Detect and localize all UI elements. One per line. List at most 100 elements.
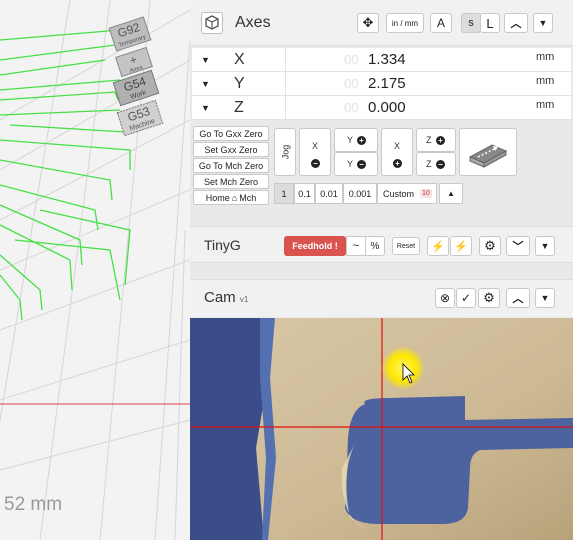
step-0.1-button[interactable]: 0.1 — [294, 183, 315, 204]
step-0.001-button[interactable]: 0.001 — [343, 183, 377, 204]
home-mch-button[interactable]: Home ⌂ Mch — [193, 190, 269, 205]
step-custom-button[interactable]: Custom 10 — [377, 183, 437, 204]
jog-diagonal-icon — [468, 144, 508, 168]
bolt-off-icon[interactable]: ⚡ — [450, 236, 472, 256]
jog-y-plus-button[interactable]: Y + — [334, 128, 378, 152]
plus-circle-icon: + — [393, 159, 402, 168]
cam-title: Cam v1 — [204, 289, 248, 306]
plus-circle-icon: + — [436, 136, 445, 145]
tinyg-title: TinyG — [204, 237, 241, 253]
bolt-icon[interactable]: ⚡ — [427, 236, 449, 256]
step-1-button[interactable]: 1 — [274, 183, 294, 204]
feedhold-button[interactable]: Feedhold ! — [284, 236, 346, 256]
size-large-button[interactable]: L — [480, 13, 500, 33]
right-panel: Axes ✥ in / mm A s L ︿ ▼ ▼ X 00 1.334 mm… — [190, 0, 573, 540]
3d-viewport[interactable]: G92 Temporary + Axes G54 Work G53 Machin… — [0, 0, 190, 540]
axis-unit: mm — [536, 99, 555, 111]
move-icon[interactable]: ✥ — [357, 13, 379, 33]
toolpath-segment — [0, 44, 116, 61]
home-label: Home — [205, 192, 230, 203]
toolpath-segment — [0, 224, 73, 291]
tinyg-header: TinyG Feedhold ! ~ % Reset ⚡ ⚡ ⚙ ﹀ ▼ — [190, 226, 573, 263]
goto-gxx-zero-button[interactable]: Go To Gxx Zero — [193, 126, 269, 141]
jog-z-label: Z — [426, 135, 432, 145]
custom-value-badge: 10 — [420, 189, 432, 198]
minus-circle-icon: − — [436, 160, 445, 169]
toolpath-segment — [0, 139, 131, 170]
axis-row-y: ▼ Y 00 2.175 mm — [192, 72, 571, 96]
jog-x-minus-button[interactable]: X − — [299, 128, 331, 176]
minus-circle-icon: − — [311, 159, 320, 168]
jog-y-label: Y — [347, 159, 354, 169]
axis-ghost-digits: 00 — [344, 76, 359, 91]
cam-title-text: Cam — [204, 289, 236, 306]
axis-x-value: 1.334 — [368, 51, 406, 68]
axis-row-x: ▼ X 00 1.334 mm — [192, 48, 571, 72]
jog-x-plus-button[interactable]: X + — [381, 128, 413, 176]
chevron-down-icon[interactable]: ﹀ — [506, 236, 530, 256]
jog-z-minus-button[interactable]: Z − — [416, 152, 456, 176]
toolpath-segment — [0, 109, 121, 116]
y-dropdown-icon[interactable]: ▼ — [201, 79, 210, 89]
g53-label: G53 Machine — [116, 99, 164, 137]
toolpath-segment — [0, 59, 106, 76]
size-small-button[interactable]: s — [461, 13, 481, 33]
jog-z-label: Z — [426, 159, 432, 169]
cam-version: v1 — [239, 295, 249, 304]
axes-header: Axes ✥ in / mm A s L ︿ ▼ — [190, 0, 573, 46]
mch-label: Mch — [239, 192, 257, 203]
set-mch-zero-button[interactable]: Set Mch Zero — [193, 174, 269, 189]
axis-letter: Y — [234, 75, 245, 92]
cam-gear-icon[interactable]: ⚙ — [478, 288, 500, 308]
close-circle-icon[interactable]: ⊗ — [435, 288, 455, 308]
toolpath-segment — [0, 91, 119, 101]
resume-button[interactable]: ~ — [346, 236, 366, 256]
axis-z-value: 0.000 — [368, 99, 406, 116]
g92-label: G92 Temporary — [108, 16, 152, 52]
jog-x-label: X — [312, 141, 319, 151]
axis-unit: mm — [536, 75, 555, 87]
goto-mch-zero-button[interactable]: Go To Mch Zero — [193, 158, 269, 173]
axis-letter: X — [234, 51, 245, 68]
toolpath-segment — [0, 29, 121, 41]
toolpath-canvas: G92 Temporary + Axes G54 Work G53 Machin… — [0, 0, 190, 540]
axis-unit: mm — [536, 51, 555, 63]
x-dropdown-icon[interactable]: ▼ — [201, 55, 210, 65]
axis-letter: Z — [234, 99, 244, 116]
axes-cube-icon — [201, 12, 223, 34]
camera-feed[interactable] — [190, 318, 573, 540]
gear-icon[interactable]: ⚙ — [479, 236, 501, 256]
cam-menu-caret-icon[interactable]: ▼ — [535, 288, 555, 308]
axes-menu-caret-icon[interactable]: ▼ — [533, 13, 553, 33]
tinyg-menu-caret-icon[interactable]: ▼ — [535, 236, 555, 256]
collapse-up-icon[interactable]: ︿ — [504, 13, 528, 33]
plus-circle-icon: + — [357, 136, 366, 145]
viewport-unit-readout: 52 mm — [4, 494, 63, 515]
reset-button[interactable]: Reset — [392, 237, 420, 255]
toolpath-segment — [0, 184, 99, 231]
font-size-icon[interactable]: A — [430, 13, 452, 33]
jog-y-minus-button[interactable]: Y − — [334, 152, 378, 176]
axes-title: Axes — [235, 14, 271, 31]
set-gxx-zero-button[interactable]: Set Gxx Zero — [193, 142, 269, 157]
check-circle-icon[interactable]: ✓ — [456, 288, 476, 308]
cam-header: Cam v1 ⊗ ✓ ⚙ ︿ ▼ — [190, 279, 573, 317]
axis-row-z: ▼ Z 00 0.000 mm — [192, 96, 571, 120]
jog-y-label: Y — [347, 135, 354, 145]
home-icon: ⌂ — [231, 192, 238, 203]
jog-label-box: Jog — [274, 128, 296, 176]
camera-image — [190, 318, 573, 540]
step-up-icon[interactable]: ▲ — [439, 183, 463, 204]
jog-diagonal-button[interactable] — [459, 128, 517, 176]
g54-label: G54 Work — [112, 69, 160, 107]
units-toggle-button[interactable]: in / mm — [386, 13, 424, 33]
percent-button[interactable]: % — [365, 236, 385, 256]
step-0.01-button[interactable]: 0.01 — [315, 183, 343, 204]
minus-circle-icon: − — [357, 160, 366, 169]
z-dropdown-icon[interactable]: ▼ — [201, 103, 210, 113]
cam-collapse-up-icon[interactable]: ︿ — [506, 288, 530, 308]
toolpath-segment — [0, 274, 23, 321]
jog-z-plus-button[interactable]: Z + — [416, 128, 456, 152]
custom-label: Custom — [383, 188, 415, 199]
toolpath-segment — [0, 159, 113, 201]
